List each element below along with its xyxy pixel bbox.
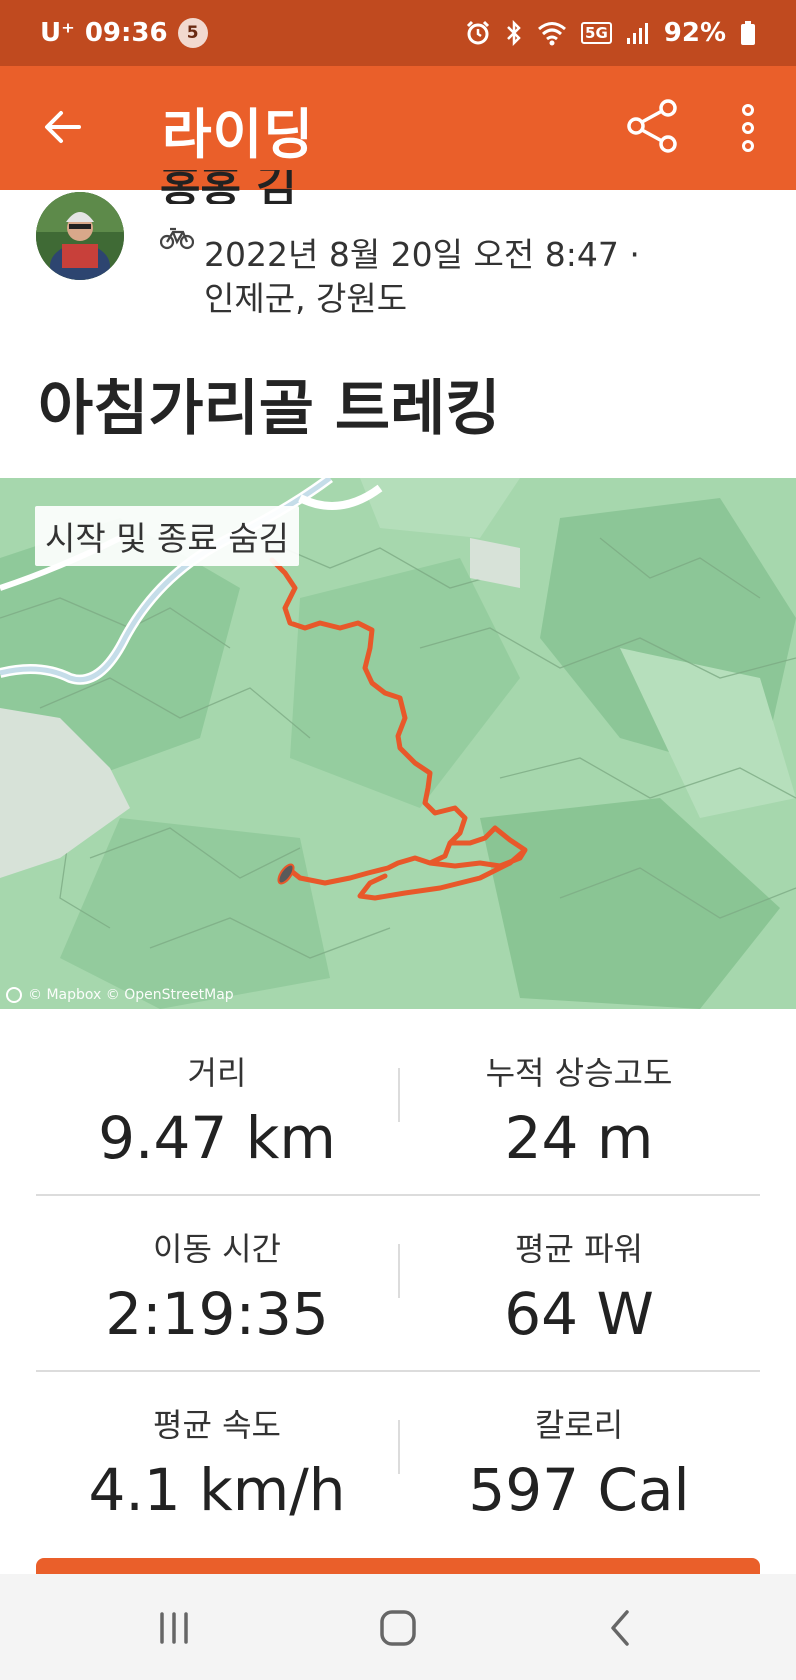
stat-value: 597 Cal bbox=[468, 1456, 690, 1524]
signal-icon bbox=[626, 21, 650, 45]
stat-label: 평균 파워 bbox=[515, 1230, 643, 1268]
status-left: U⁺ 09:36 5 bbox=[40, 18, 208, 48]
status-right: 5G 92% bbox=[465, 18, 756, 48]
action-button-partial[interactable] bbox=[36, 1558, 760, 1574]
more-options-button[interactable] bbox=[728, 98, 768, 158]
carrier-label: U⁺ bbox=[40, 18, 75, 48]
athlete-name[interactable]: 홍홍 김 bbox=[160, 170, 297, 204]
stat-label: 칼로리 bbox=[534, 1406, 624, 1444]
arrow-left-icon bbox=[45, 111, 81, 143]
share-icon bbox=[627, 99, 677, 153]
stat-label: 이동 시간 bbox=[153, 1230, 281, 1268]
alarm-icon bbox=[465, 20, 491, 46]
wifi-icon bbox=[537, 20, 567, 46]
stat-value: 24 m bbox=[504, 1104, 654, 1172]
stat-value: 2:19:35 bbox=[105, 1280, 329, 1348]
network-5g-icon: 5G bbox=[581, 22, 612, 44]
stat-value: 4.1 km/h bbox=[88, 1456, 346, 1524]
battery-icon bbox=[740, 20, 756, 46]
stat-elevation-gain: 누적 상승고도 24 m bbox=[398, 1020, 760, 1196]
stat-label: 누적 상승고도 bbox=[485, 1054, 673, 1092]
stats-grid: 거리 9.47 km 누적 상승고도 24 m 이동 시간 2:19:35 평균… bbox=[36, 1020, 760, 1548]
route-map[interactable]: 시작 및 종료 숨김 © Mapbox © OpenStreetMap bbox=[0, 478, 796, 1009]
more-vertical-icon bbox=[742, 104, 754, 152]
recent-apps-button[interactable] bbox=[146, 1600, 202, 1656]
hide-start-end-button[interactable]: 시작 및 종료 숨김 bbox=[35, 506, 299, 566]
page-title: 라이딩 bbox=[162, 103, 315, 166]
chevron-left-icon bbox=[611, 1610, 629, 1646]
stat-moving-time: 이동 시간 2:19:35 bbox=[36, 1196, 398, 1372]
map-attribution-text: © Mapbox © OpenStreetMap bbox=[28, 987, 234, 1003]
stat-label: 거리 bbox=[187, 1054, 247, 1092]
clock: 09:36 bbox=[84, 18, 168, 48]
stat-avg-speed: 평균 속도 4.1 km/h bbox=[36, 1372, 398, 1548]
info-icon[interactable] bbox=[6, 987, 22, 1003]
system-back-button[interactable] bbox=[592, 1600, 648, 1656]
stat-value: 9.47 km bbox=[98, 1104, 336, 1172]
bicycle-icon bbox=[159, 226, 195, 250]
activity-title: 아침가리골 트레킹 bbox=[38, 374, 501, 444]
back-button[interactable] bbox=[38, 102, 88, 152]
stats-row: 평균 속도 4.1 km/h 칼로리 597 Cal bbox=[36, 1372, 760, 1548]
status-bar: U⁺ 09:36 5 5G 92% bbox=[0, 0, 796, 66]
app-bar: 라이딩 bbox=[0, 66, 796, 190]
stats-row: 거리 9.47 km 누적 상승고도 24 m bbox=[36, 1020, 760, 1196]
stat-distance: 거리 9.47 km bbox=[36, 1020, 398, 1196]
bluetooth-icon bbox=[505, 20, 523, 46]
avatar[interactable] bbox=[36, 192, 124, 280]
stat-value: 64 W bbox=[504, 1280, 654, 1348]
stats-row: 이동 시간 2:19:35 평균 파워 64 W bbox=[36, 1196, 760, 1372]
stat-label: 평균 속도 bbox=[153, 1406, 281, 1444]
system-nav-bar bbox=[0, 1574, 796, 1680]
share-button[interactable] bbox=[624, 98, 684, 158]
home-icon bbox=[380, 1610, 416, 1646]
notification-count-badge: 5 bbox=[177, 18, 208, 48]
stat-avg-power: 평균 파워 64 W bbox=[398, 1196, 760, 1372]
activity-datetime: 2022년 8월 20일 오전 8:47 · bbox=[204, 235, 640, 274]
home-button[interactable] bbox=[370, 1600, 426, 1656]
map-attribution[interactable]: © Mapbox © OpenStreetMap bbox=[6, 987, 234, 1003]
activity-location: 인제군, 강원도 bbox=[204, 279, 408, 318]
battery-level: 92% bbox=[663, 18, 726, 48]
stat-calories: 칼로리 597 Cal bbox=[398, 1372, 760, 1548]
recents-icon bbox=[160, 1612, 188, 1644]
